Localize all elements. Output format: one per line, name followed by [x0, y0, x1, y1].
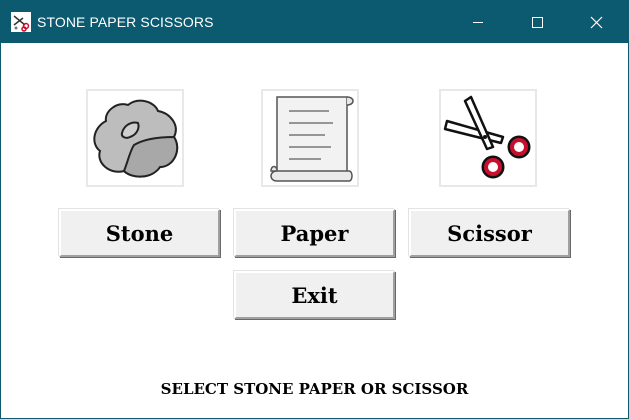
status-message: SELECT STONE PAPER OR SCISSOR — [160, 380, 469, 398]
window-title: STONE PAPER SCISSORS — [37, 14, 214, 30]
paper-button[interactable]: Paper — [234, 209, 395, 257]
minimize-icon — [473, 22, 483, 23]
close-icon — [590, 16, 603, 29]
title-bar[interactable]: STONE PAPER SCISSORS — [1, 1, 628, 43]
stone-button[interactable]: Stone — [59, 209, 220, 257]
minimize-button[interactable] — [455, 1, 501, 43]
exit-button[interactable]: Exit — [234, 271, 395, 319]
scissors-icon — [443, 95, 531, 179]
app-window: STONE PAPER SCISSORS Stone Paper Scissor… — [0, 0, 629, 419]
scissor-image — [439, 89, 537, 187]
paper-image — [261, 89, 359, 187]
app-scissors-icon — [11, 12, 31, 32]
stone-image — [86, 89, 184, 187]
close-button[interactable] — [573, 1, 619, 43]
maximize-icon — [532, 17, 543, 28]
scissor-button[interactable]: Scissor — [409, 209, 570, 257]
stone-icon — [93, 99, 179, 178]
maximize-button[interactable] — [513, 1, 559, 43]
paper-scroll-icon — [270, 96, 354, 182]
